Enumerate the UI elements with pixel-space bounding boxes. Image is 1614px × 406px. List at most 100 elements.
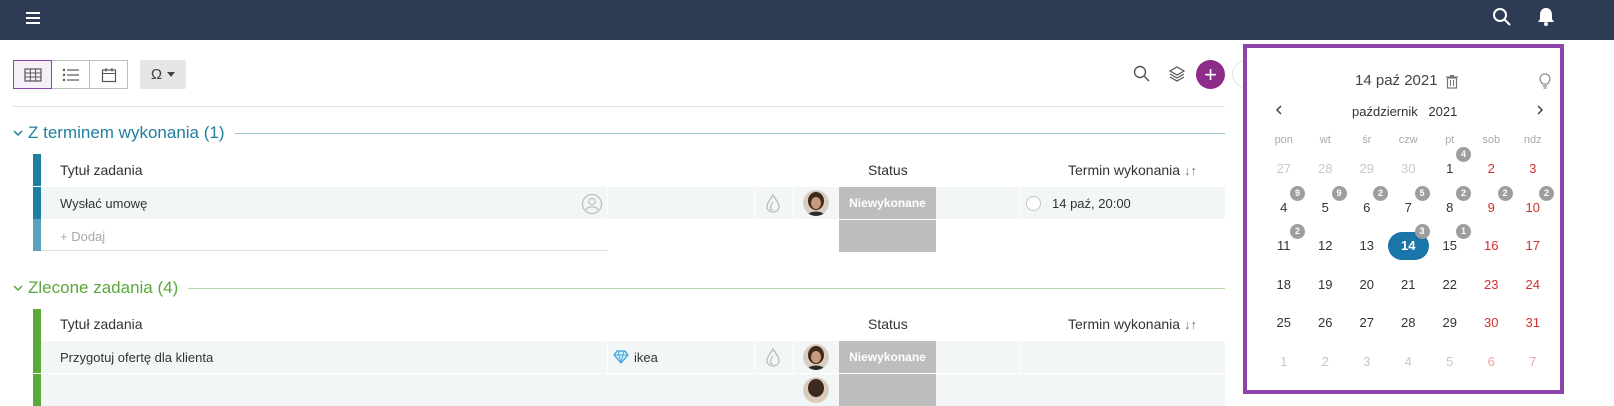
day-number: 17 xyxy=(1525,238,1540,253)
status-badge[interactable]: Niewykonane xyxy=(839,187,936,219)
filter-dropdown-button[interactable]: Ω xyxy=(140,60,186,89)
row-color-bar xyxy=(33,219,41,251)
list-view-button[interactable] xyxy=(51,60,90,89)
calendar-day[interactable]: 19 xyxy=(1305,271,1347,299)
day-number: 29 xyxy=(1359,161,1374,176)
table-row[interactable]: Przygotuj ofertę dla klienta xyxy=(41,341,1225,373)
search-icon[interactable] xyxy=(1491,6,1513,28)
calendar-day[interactable]: 16 xyxy=(1471,232,1513,260)
calendar-day[interactable]: 21 xyxy=(1388,271,1430,299)
add-task-row[interactable]: + Dodaj xyxy=(41,219,608,251)
add-task-link[interactable]: + Dodaj xyxy=(60,229,105,244)
group-header-due-date[interactable]: Z terminem wykonania (1) xyxy=(12,123,1225,143)
column-header-status[interactable]: Status xyxy=(868,162,908,178)
complete-checkbox[interactable] xyxy=(1026,196,1041,211)
calendar-day[interactable]: 28 xyxy=(1305,155,1347,183)
calendar-day[interactable]: 22 xyxy=(1429,271,1471,299)
trash-icon[interactable] xyxy=(1445,74,1459,89)
view-switcher xyxy=(13,60,128,89)
calendar-day[interactable]: 3 xyxy=(1346,348,1388,376)
hamburger-menu-icon[interactable] xyxy=(24,8,44,28)
calendar-day[interactable]: 7 xyxy=(1512,348,1554,376)
calendar-day[interactable]: 6 xyxy=(1471,348,1513,376)
task-count-badge: 2 xyxy=(1539,185,1554,201)
cell-separator xyxy=(607,341,608,373)
calendar-view-icon xyxy=(101,67,116,82)
avatar-photo-icon xyxy=(803,377,829,403)
priority-drop-icon[interactable] xyxy=(764,193,782,213)
status-badge[interactable] xyxy=(839,374,936,406)
calendar-day[interactable]: 18 xyxy=(1263,271,1305,299)
task-count-badge: 3 xyxy=(1414,224,1430,239)
lightbulb-icon[interactable] xyxy=(1538,73,1552,89)
day-number: 30 xyxy=(1401,161,1416,176)
column-header-title[interactable]: Tytuł zadania xyxy=(60,162,143,178)
chevron-down-icon[interactable] xyxy=(12,282,24,294)
client-name[interactable]: ikea xyxy=(634,350,658,365)
group-divider xyxy=(234,132,1225,134)
avatar[interactable] xyxy=(803,344,829,370)
calendar-view-button[interactable] xyxy=(89,60,128,89)
chevron-down-icon[interactable] xyxy=(12,127,24,139)
calendar-day[interactable]: 20 xyxy=(1346,271,1388,299)
due-date-value[interactable]: 14 paź, 20:00 xyxy=(1052,196,1131,211)
calendar-day[interactable]: 5 xyxy=(1429,348,1471,376)
calendar-day[interactable]: 23 xyxy=(1471,271,1513,299)
calendar-day[interactable]: 31 xyxy=(1512,309,1554,337)
calendar-day[interactable]: 3 xyxy=(1512,155,1554,183)
calendar-day[interactable]: 27 xyxy=(1346,309,1388,337)
group-header-assigned[interactable]: Zlecone zadania (4) xyxy=(12,278,1225,298)
cell-separator xyxy=(607,187,608,219)
add-task-button[interactable]: + xyxy=(1196,60,1225,89)
avatar[interactable] xyxy=(803,190,829,216)
calendar-day[interactable]: 30 xyxy=(1471,309,1513,337)
day-number: 7 xyxy=(1404,199,1412,215)
calendar-day[interactable]: 30 xyxy=(1388,155,1430,183)
table-view-button[interactable] xyxy=(13,60,52,89)
calendar-day[interactable]: 12 xyxy=(1305,232,1347,260)
day-number: 19 xyxy=(1318,276,1333,292)
calendar-day[interactable]: 1 xyxy=(1263,348,1305,376)
sort-icon[interactable]: ↓↑ xyxy=(1184,317,1197,332)
calendar-day[interactable]: 27 xyxy=(1263,155,1305,183)
chevron-right-icon[interactable] xyxy=(1534,104,1546,116)
calendar-day[interactable]: 2 xyxy=(1471,155,1513,183)
priority-drop-icon[interactable] xyxy=(764,347,782,367)
calendar-day[interactable]: 13 xyxy=(1346,232,1388,260)
column-header-title[interactable]: Tytuł zadania xyxy=(60,316,143,332)
month-name[interactable]: październik xyxy=(1352,104,1418,119)
calendar-day[interactable]: 17 xyxy=(1512,232,1554,260)
sort-icon[interactable]: ↓↑ xyxy=(1184,163,1197,178)
layers-icon[interactable] xyxy=(1167,64,1187,84)
chevron-left-icon[interactable] xyxy=(1273,104,1285,116)
user-assign-icon[interactable] xyxy=(581,193,603,215)
search-icon[interactable] xyxy=(1132,64,1152,84)
table-row[interactable]: Wysłać umowę xyxy=(41,187,1225,219)
table-row[interactable] xyxy=(41,374,1225,406)
column-header-due[interactable]: Termin wykonania ↓↑ xyxy=(1068,316,1197,332)
bell-icon[interactable] xyxy=(1535,5,1557,27)
calendar-day[interactable]: 25 xyxy=(1263,309,1305,337)
column-header-status[interactable]: Status xyxy=(868,316,908,332)
calendar-day[interactable]: 28 xyxy=(1388,309,1430,337)
weekday-label: śr xyxy=(1362,134,1372,146)
task-count-badge: 9 xyxy=(1290,185,1305,201)
year-value[interactable]: 2021 xyxy=(1428,104,1457,119)
group-color-bar xyxy=(33,309,41,341)
calendar-day[interactable]: 4 xyxy=(1388,348,1430,376)
day-number: 23 xyxy=(1484,276,1499,292)
status-badge[interactable]: Niewykonane xyxy=(839,341,936,373)
calendar-day[interactable]: 29 xyxy=(1346,155,1388,183)
avatar[interactable] xyxy=(803,377,829,403)
calendar-day[interactable]: 2 xyxy=(1305,348,1347,376)
column-header-due[interactable]: Termin wykonania ↓↑ xyxy=(1068,162,1197,178)
day-number: 2 xyxy=(1487,161,1495,176)
calendar-day[interactable]: 26 xyxy=(1305,309,1347,337)
task-title[interactable]: Wysłać umowę xyxy=(60,196,147,211)
column-header-due-label: Termin wykonania xyxy=(1068,162,1181,178)
row-color-bar xyxy=(33,374,41,406)
task-title[interactable]: Przygotuj ofertę dla klienta xyxy=(60,350,213,365)
calendar-day[interactable]: 24 xyxy=(1512,271,1554,299)
calendar-day[interactable]: 29 xyxy=(1429,309,1471,337)
cell-separator xyxy=(1020,187,1021,219)
